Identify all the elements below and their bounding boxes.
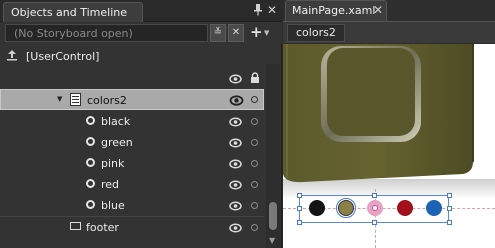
eye-icon[interactable]: [229, 73, 242, 84]
close-icon[interactable]: ✕: [373, 3, 383, 17]
tab-objects-timeline[interactable]: Objects and Timeline: [3, 2, 143, 22]
eye-icon[interactable]: [229, 200, 242, 211]
ellipse-icon: [86, 200, 95, 209]
eye-icon[interactable]: [229, 137, 242, 148]
storyboard-toolbar: (No Storyboard open) ≚ ✕ + ▼: [0, 22, 282, 44]
tree-row-red[interactable]: red: [0, 174, 264, 195]
eye-icon[interactable]: [229, 222, 242, 233]
storyboard-dropdown-button[interactable]: ≚: [210, 24, 226, 42]
swatch-red[interactable]: [397, 200, 413, 216]
close-icon: ✕: [231, 27, 241, 38]
pivot-point[interactable]: [372, 205, 378, 211]
usercontrol-icon: [6, 49, 18, 64]
tab-mainpage[interactable]: MainPage.xaml ✕: [285, 0, 387, 21]
lock-toggle[interactable]: [251, 181, 258, 188]
eye-icon[interactable]: [229, 179, 242, 190]
lock-toggle[interactable]: [251, 118, 258, 125]
resize-handle[interactable]: [447, 220, 452, 225]
resize-handle[interactable]: [297, 220, 302, 225]
expand-triangle-icon[interactable]: ▼: [57, 95, 62, 103]
lock-toggle[interactable]: [251, 202, 258, 209]
storyboard-picker-text: (No Storyboard open): [14, 27, 133, 40]
lock-icon[interactable]: [249, 72, 261, 84]
lock-toggle[interactable]: [251, 224, 258, 231]
tree-label-usercontrol: [UserControl]: [26, 50, 100, 63]
eye-icon[interactable]: [229, 94, 244, 106]
resize-handle[interactable]: [297, 193, 302, 198]
object-tree: [UserControl] ▼ colors2 black green pink…: [0, 44, 282, 248]
lock-toggle[interactable]: [251, 139, 258, 146]
ellipse-icon: [86, 179, 95, 188]
storyboard-picker[interactable]: (No Storyboard open): [5, 24, 208, 42]
breadcrumb-item-colors2[interactable]: colors2: [287, 24, 345, 42]
document-panel: MainPage.xaml ✕ colors2: [283, 0, 495, 248]
close-icon[interactable]: ✕: [267, 3, 277, 17]
resize-handle[interactable]: [297, 206, 302, 211]
lock-toggle[interactable]: [251, 160, 258, 167]
ellipse-icon: [86, 116, 95, 125]
scroll-down-icon[interactable]: ▼: [269, 236, 275, 245]
rectangle-icon: [70, 222, 81, 230]
double-chevron-down-icon: ≚: [213, 27, 223, 38]
ellipse-icon: [86, 137, 95, 146]
tree-label-blue: blue: [101, 199, 125, 212]
tree-label-green: green: [101, 136, 133, 149]
tree-row-colors2[interactable]: ▼ colors2: [0, 89, 264, 110]
resize-handle[interactable]: [447, 206, 452, 211]
tree-row-black[interactable]: black: [0, 111, 264, 132]
breadcrumb: colors2: [283, 21, 495, 43]
stackpanel-icon: [70, 93, 81, 109]
tree-row-green[interactable]: green: [0, 132, 264, 153]
resize-handle[interactable]: [447, 193, 452, 198]
scrollbar-thumb[interactable]: [269, 202, 277, 230]
tree-row-blue[interactable]: blue: [0, 195, 264, 216]
tree-row-pink[interactable]: pink: [0, 153, 264, 174]
tree-row-footer[interactable]: footer: [0, 216, 264, 237]
swatch-black[interactable]: [309, 200, 325, 216]
eye-icon[interactable]: [229, 158, 242, 169]
chevron-down-icon[interactable]: ▼: [264, 29, 269, 37]
pin-icon[interactable]: [253, 4, 263, 16]
tree-row-usercontrol[interactable]: [UserControl]: [0, 46, 264, 67]
tree-label-footer: footer: [86, 221, 119, 234]
tab-mainpage-label: MainPage.xaml: [292, 4, 376, 17]
tab-objects-timeline-label: Objects and Timeline: [11, 6, 128, 19]
tree-label-red: red: [101, 178, 120, 191]
lock-toggle[interactable]: [251, 96, 258, 103]
plus-icon: +: [250, 23, 263, 41]
tree-header-row: [0, 68, 264, 89]
resize-handle[interactable]: [372, 193, 377, 198]
objects-timeline-panel: Objects and Timeline ✕ (No Storyboard op…: [0, 0, 282, 248]
eye-icon[interactable]: [229, 116, 242, 127]
ellipse-icon: [86, 158, 95, 167]
resize-handle[interactable]: [372, 220, 377, 225]
tree-label-colors2: colors2: [87, 94, 127, 107]
swatch-hover-ring: [336, 198, 356, 218]
swatch-blue[interactable]: [426, 200, 442, 216]
close-storyboard-button[interactable]: ✕: [228, 24, 244, 42]
tree-scrollbar[interactable]: ▼: [266, 64, 280, 248]
tree-label-black: black: [101, 115, 131, 128]
panel-tabbar: Objects and Timeline ✕: [0, 0, 282, 22]
tree-label-pink: pink: [101, 157, 125, 170]
new-storyboard-button[interactable]: +: [250, 23, 263, 41]
design-canvas[interactable]: [283, 44, 495, 248]
